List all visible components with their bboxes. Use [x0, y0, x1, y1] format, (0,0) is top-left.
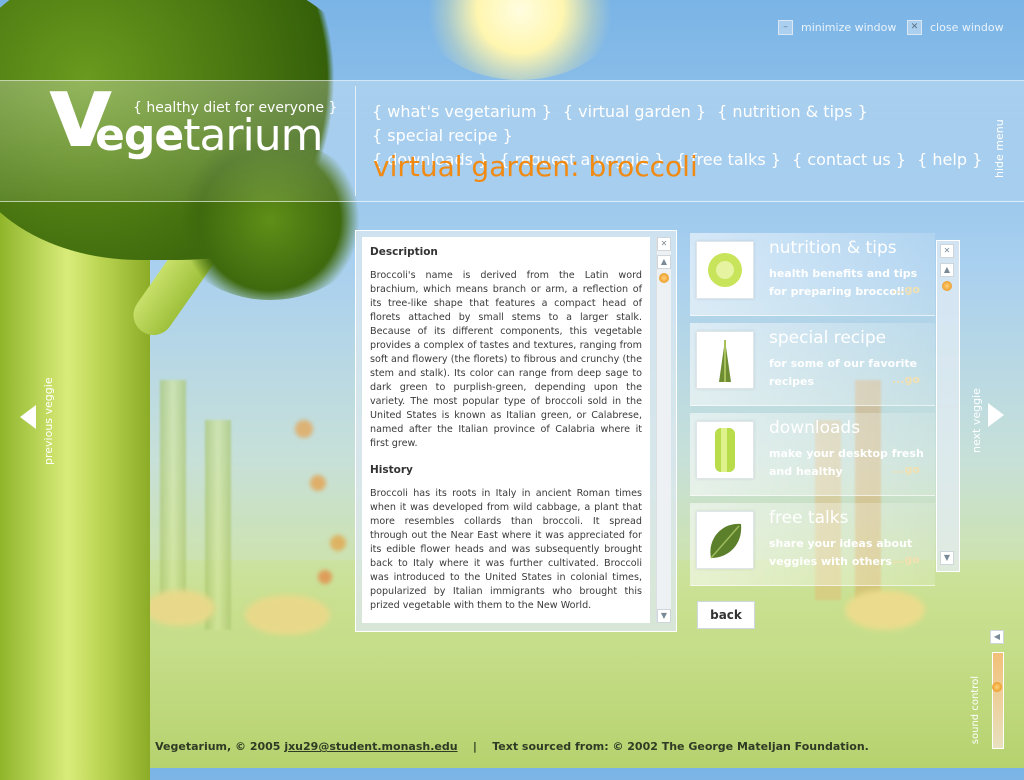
logo[interactable]: egetarium — [95, 110, 323, 161]
background-flower — [330, 535, 346, 551]
scroll-thumb[interactable] — [659, 273, 669, 283]
card-go-link[interactable]: ...go — [892, 553, 920, 566]
card-go-link[interactable]: ...go — [892, 463, 920, 476]
background-blob — [145, 590, 215, 626]
background-flower — [295, 420, 313, 438]
volume-slider-track[interactable] — [992, 652, 1004, 749]
card-go-link[interactable]: ...go — [892, 373, 920, 386]
close-label: close window — [930, 21, 1004, 34]
nav-virtual-garden[interactable]: { virtual garden } — [563, 102, 706, 121]
card-title: downloads — [769, 418, 861, 438]
history-paragraph: Broccoli has its roots in Italy in ancie… — [370, 488, 642, 611]
volume-slider-thumb[interactable] — [992, 682, 1002, 692]
minimize-window-button[interactable]: – minimize window — [778, 20, 896, 35]
source-credit: Text sourced from: © 2002 The George Mat… — [492, 740, 869, 753]
copyright: Vegetarium, © 2005 — [155, 740, 281, 753]
previous-veggie-link[interactable]: previous veggie — [42, 370, 55, 465]
description-scrollbar[interactable]: ✕ ▲ ▼ — [656, 237, 671, 623]
background-blob — [845, 590, 925, 630]
description-panel: Description Broccoli's name is derived f… — [355, 230, 677, 632]
close-icon: ✕ — [907, 20, 922, 35]
card-title: nutrition & tips — [769, 238, 897, 258]
hide-menu-button[interactable]: hide menu — [993, 108, 1009, 178]
background-blob — [245, 595, 330, 635]
history-heading: History — [370, 464, 413, 476]
close-window-button[interactable]: ✕ close window — [907, 20, 1004, 35]
description-heading: Description — [370, 246, 438, 258]
next-veggie-link[interactable]: next veggie — [970, 383, 983, 453]
broccoli-floret-icon — [708, 253, 742, 287]
next-veggie-arrow-icon[interactable] — [988, 403, 1004, 427]
card-title: free talks — [769, 508, 849, 528]
tagline: { healthy diet for everyone } — [133, 100, 338, 116]
sound-control-label: sound control — [970, 676, 981, 745]
stalk-icon — [719, 340, 731, 382]
footer: Vegetarium, © 2005 jxu29@student.monash.… — [0, 740, 1024, 753]
background-tree — [160, 380, 186, 620]
scroll-down-icon[interactable]: ▼ — [657, 609, 671, 623]
minimize-icon: – — [778, 20, 793, 35]
nav-nutrition-tips[interactable]: { nutrition & tips } — [717, 102, 868, 121]
logo-light: tarium — [183, 110, 323, 161]
scroll-down-icon[interactable]: ▼ — [940, 551, 954, 565]
card-thumbnail — [696, 241, 754, 299]
scroll-up-icon[interactable]: ▲ — [940, 263, 954, 277]
background-flower — [310, 475, 326, 491]
page-title: virtual garden: broccoli — [373, 150, 698, 183]
header-divider — [355, 86, 356, 196]
scroll-thumb[interactable] — [942, 281, 952, 291]
card-go-link[interactable]: ...go — [892, 283, 920, 296]
card-free-talks[interactable]: free talks share your ideas about veggie… — [690, 503, 935, 586]
scroll-up-icon[interactable]: ▲ — [657, 255, 671, 269]
logo-bold: ege — [95, 110, 184, 161]
footer-separator: | — [472, 740, 477, 753]
back-button[interactable]: back — [697, 601, 755, 629]
description-content[interactable]: Description Broccoli's name is derived f… — [362, 237, 650, 623]
card-thumbnail — [696, 331, 754, 389]
broccoli-stalk — [0, 180, 150, 780]
description-paragraph: Broccoli's name is derived from the Lati… — [370, 270, 642, 449]
email-link[interactable]: jxu29@student.monash.edu — [284, 740, 457, 753]
card-downloads[interactable]: downloads make your desktop fresh and he… — [690, 413, 935, 496]
nav-help[interactable]: { help } — [917, 150, 982, 169]
nav-contact-us[interactable]: { contact us } — [792, 150, 906, 169]
card-thumbnail — [696, 511, 754, 569]
nav-special-recipe[interactable]: { special recipe } — [372, 126, 513, 145]
previous-veggie-arrow-icon[interactable] — [20, 405, 36, 429]
card-thumbnail — [696, 421, 754, 479]
background-flower — [318, 570, 332, 584]
sound-control[interactable]: ◀ — [988, 630, 1008, 750]
feature-card-list: nutrition & tips health benefits and tip… — [690, 233, 960, 586]
nav-whats-vegetarium[interactable]: { what's vegetarium } — [372, 102, 552, 121]
stem-icon — [715, 428, 735, 472]
minimize-label: minimize window — [801, 21, 897, 34]
card-nutrition-tips[interactable]: nutrition & tips health benefits and tip… — [690, 233, 935, 316]
card-list-scrollbar[interactable]: ✕ ▲ ▼ — [936, 240, 960, 572]
panel-close-icon[interactable]: ✕ — [940, 244, 954, 258]
speaker-icon[interactable]: ◀ — [990, 630, 1004, 644]
card-special-recipe[interactable]: special recipe for some of our favorite … — [690, 323, 935, 406]
panel-close-icon[interactable]: ✕ — [657, 237, 671, 251]
leaf-icon — [710, 523, 742, 559]
sun-glow — [420, 0, 620, 80]
card-title: special recipe — [769, 328, 887, 348]
